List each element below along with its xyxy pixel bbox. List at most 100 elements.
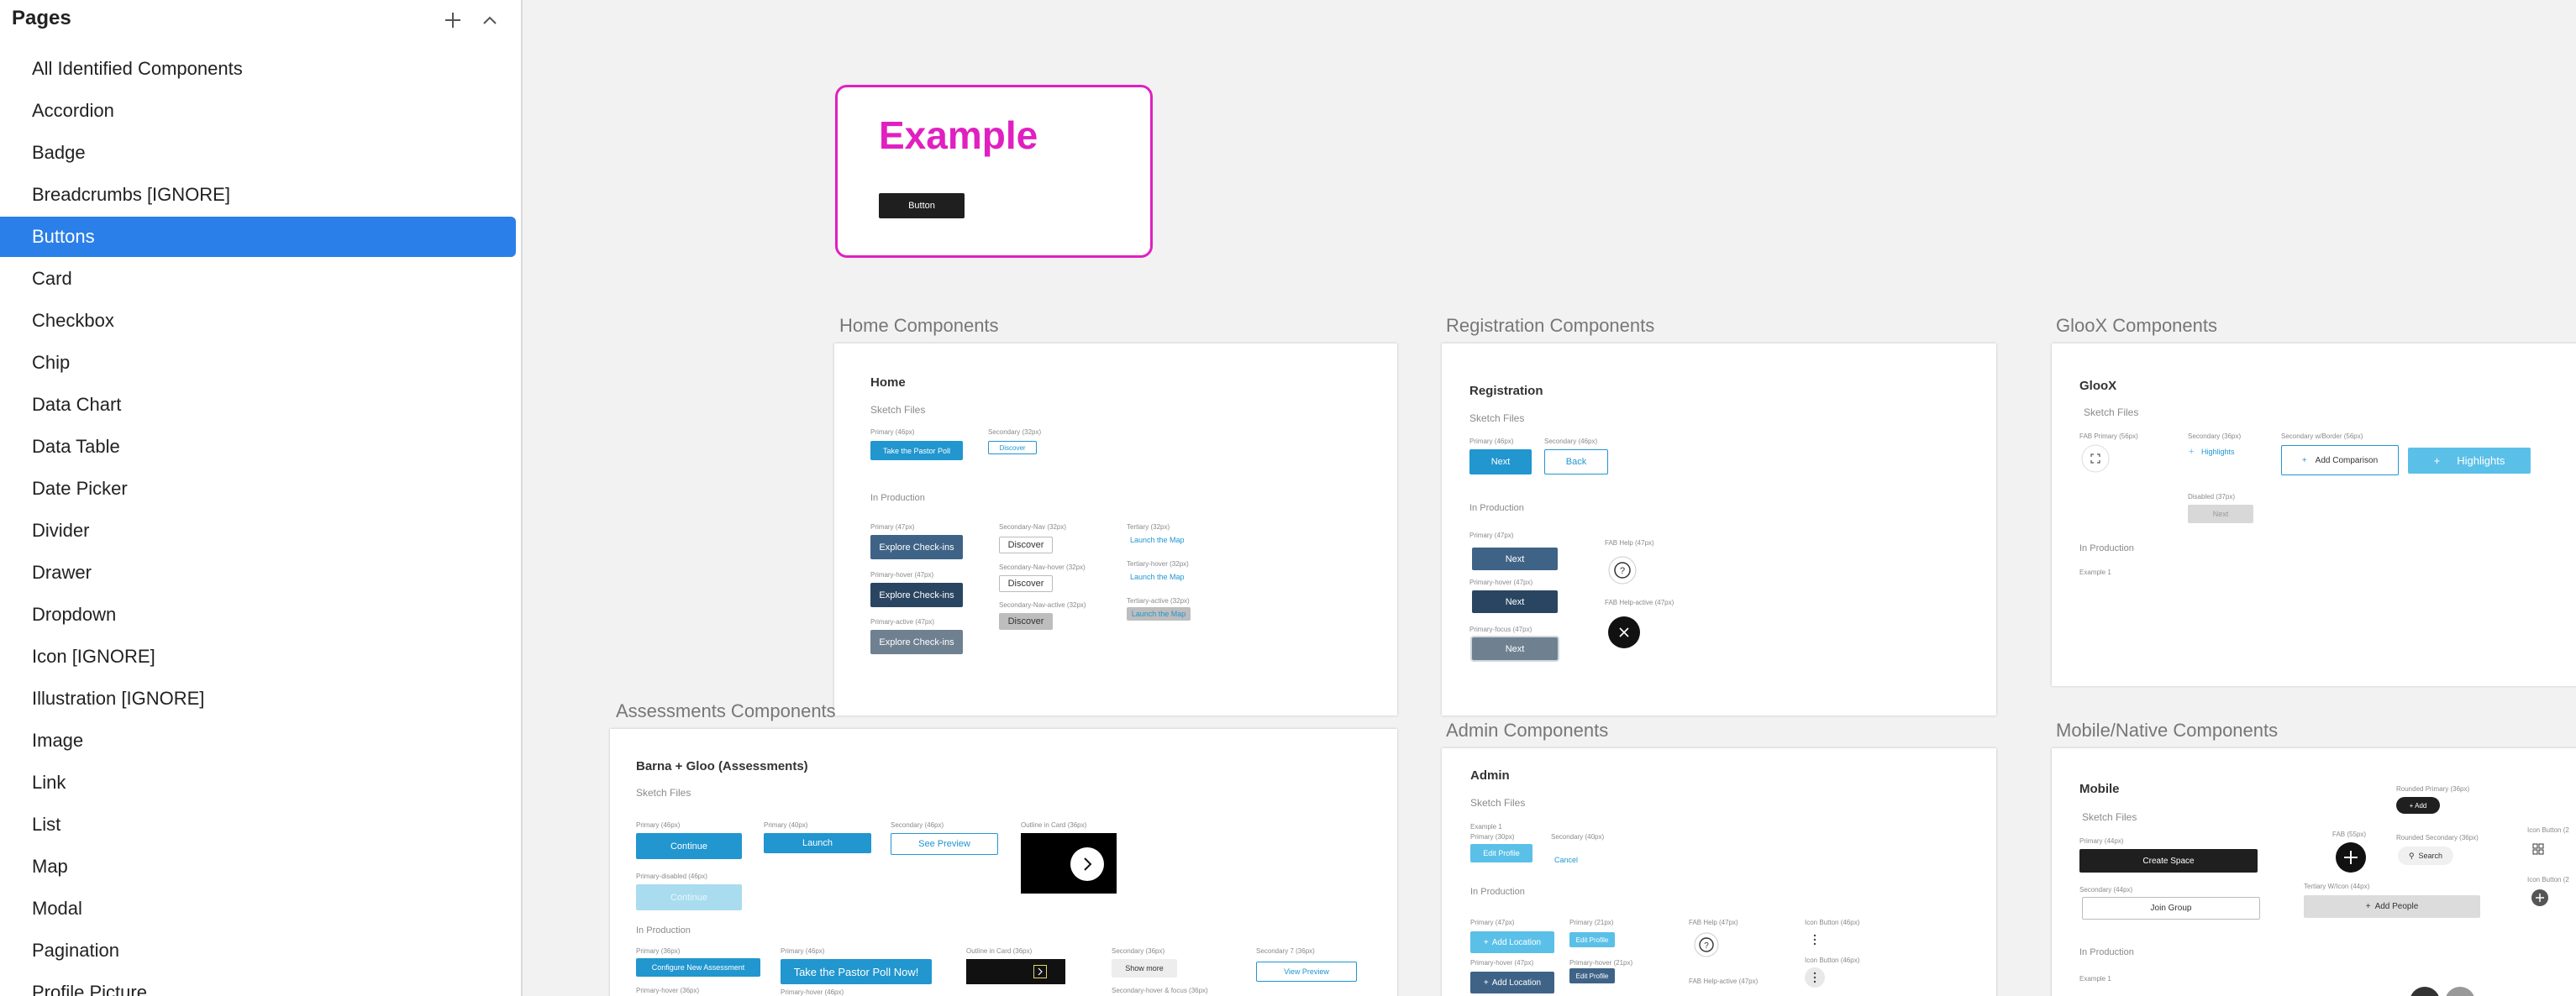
page-item-divider[interactable]: Divider xyxy=(0,511,516,551)
outline-card-preview-2[interactable] xyxy=(966,959,1065,984)
home-snav-label: Secondary-Nav (32px) xyxy=(999,523,1067,531)
registration-next-primary-button[interactable]: Next xyxy=(1472,548,1558,570)
page-item-accordion[interactable]: Accordion xyxy=(0,91,516,131)
assessments-see-preview-button[interactable]: See Preview xyxy=(891,833,998,855)
home-primary-button[interactable]: Take the Pastor Poll xyxy=(870,441,963,460)
chevron-right-icon[interactable] xyxy=(1070,847,1105,882)
page-item-image[interactable]: Image xyxy=(0,721,516,761)
gloox-add-comparison-button[interactable]: + Add Comparison xyxy=(2281,445,2399,475)
registration-next-button[interactable]: Next xyxy=(1469,449,1532,474)
page-item-data-table[interactable]: Data Table xyxy=(0,427,516,467)
page-item-checkbox[interactable]: Checkbox xyxy=(0,301,516,341)
home-p47a-label: Primary-active (47px) xyxy=(870,618,935,626)
page-item-icon-ignore[interactable]: Icon [IGNORE] xyxy=(0,637,516,677)
mobile-s44-label: Secondary (44px) xyxy=(2079,886,2133,894)
registration-next-focus-button[interactable]: Next xyxy=(1472,637,1558,660)
mobile-add-button[interactable]: + Add xyxy=(2396,797,2440,814)
assessments-launch-button[interactable]: Launch xyxy=(764,833,871,853)
chevron-right-icon[interactable] xyxy=(1033,965,1047,978)
registration-back-button[interactable]: Back xyxy=(1544,449,1608,474)
mobile-join-group-button[interactable]: Join Group xyxy=(2082,897,2260,920)
home-explore-button[interactable]: Explore Check-ins xyxy=(870,535,963,559)
page-item-card[interactable]: Card xyxy=(0,259,516,299)
admin-edit-profile-small-button[interactable]: Edit Profile xyxy=(1569,932,1615,947)
design-canvas[interactable]: Example Button Home Components Home Sket… xyxy=(523,0,2576,996)
close-icon[interactable] xyxy=(1608,616,1640,648)
mobile-fab-label: FAB (55px) xyxy=(2332,831,2367,838)
mobile-frame[interactable]: Mobile Sketch Files Primary (44px) Creat… xyxy=(2052,748,2576,996)
home-discover-hover-button[interactable]: Discover xyxy=(999,575,1053,592)
page-item-badge[interactable]: Badge xyxy=(0,133,516,173)
expand-icon[interactable] xyxy=(2081,444,2110,473)
page-item-date-picker[interactable]: Date Picker xyxy=(0,469,516,509)
admin-cancel-link[interactable]: Cancel xyxy=(1554,856,1578,864)
chevron-up-icon[interactable] xyxy=(477,7,502,34)
page-item-dropdown[interactable]: Dropdown xyxy=(0,595,516,635)
plus-icon[interactable] xyxy=(440,7,465,34)
assessments-continue-disabled-button[interactable]: Continue xyxy=(636,884,742,910)
gloox-secondary-border-label: Secondary w/Border (56px) xyxy=(2281,432,2363,440)
assessments-configure-button[interactable]: Configure New Assessment xyxy=(636,958,760,977)
home-explore-active-button[interactable]: Explore Check-ins xyxy=(870,630,963,654)
registration-frame[interactable]: Registration Sketch Files Primary (46px)… xyxy=(1442,343,1996,716)
grid-icon[interactable] xyxy=(2532,843,2544,855)
page-item-data-chart[interactable]: Data Chart xyxy=(0,385,516,425)
example-button[interactable]: Button xyxy=(879,193,965,218)
gloox-disabled-button[interactable]: Next xyxy=(2188,505,2253,523)
home-launch-hover-link[interactable]: Launch the Map xyxy=(1130,573,1185,581)
admin-edit-profile-hover-button[interactable]: Edit Profile xyxy=(1569,968,1615,983)
example-card[interactable]: Example Button xyxy=(835,85,1153,258)
page-item-buttons[interactable]: Buttons xyxy=(0,217,516,257)
page-item-all-identified-components[interactable]: All Identified Components xyxy=(0,49,516,89)
admin-add-location-button[interactable]: + Add Location xyxy=(1470,931,1554,953)
page-item-pagination[interactable]: Pagination xyxy=(0,930,516,971)
assessments-sketch-label: Sketch Files xyxy=(636,787,691,799)
pages-title: Pages xyxy=(12,7,71,29)
svg-text:?: ? xyxy=(1620,566,1625,576)
plus-icon[interactable] xyxy=(2336,842,2366,873)
home-secondary-button[interactable]: Discover xyxy=(988,441,1037,454)
page-item-link[interactable]: Link xyxy=(0,763,516,803)
page-item-chip[interactable]: Chip xyxy=(0,343,516,383)
admin-add-location-hover-button[interactable]: + Add Location xyxy=(1470,972,1554,993)
assessments-frame[interactable]: Barna + Gloo (Assessments) Sketch Files … xyxy=(610,729,1397,996)
avatar xyxy=(2445,987,2475,996)
page-item-map[interactable]: Map xyxy=(0,847,516,887)
page-item-drawer[interactable]: Drawer xyxy=(0,553,516,593)
home-launch-active-button[interactable]: Launch the Map xyxy=(1127,607,1191,621)
more-vertical-icon[interactable] xyxy=(1805,967,1825,988)
assessments-in-production: In Production xyxy=(636,925,691,936)
mobile-rp-label: Rounded Primary (36px) xyxy=(2396,785,2470,793)
mobile-search-button[interactable]: ⚲ Search xyxy=(2398,847,2453,865)
gloox-highlights-link[interactable]: Highlights xyxy=(2201,448,2235,456)
gloox-frame[interactable]: GlooX Sketch Files FAB Primary (56px) Se… xyxy=(2052,343,2576,686)
home-frame[interactable]: Home Sketch Files Primary (46px) Take th… xyxy=(834,343,1397,716)
page-item-list[interactable]: List xyxy=(0,805,516,845)
admin-frame[interactable]: Admin Sketch Files Example 1 Primary (30… xyxy=(1442,748,1996,996)
registration-next-hover-button[interactable]: Next xyxy=(1472,590,1558,613)
page-item-profile-picture[interactable]: Profile Picture xyxy=(0,972,516,996)
page-item-illustration-ignore[interactable]: Illustration [IGNORE] xyxy=(0,679,516,719)
add-people-label: Add People xyxy=(2374,902,2419,911)
outline-card-preview[interactable] xyxy=(1021,833,1117,894)
admin-icon-button-label-2: Icon Button (46px) xyxy=(1805,957,1860,964)
assessments-pastor-button[interactable]: Take the Pastor Poll Now! xyxy=(781,959,932,984)
plus-icon[interactable] xyxy=(2531,889,2548,906)
assessments-continue-button[interactable]: Continue xyxy=(636,833,742,859)
home-discover-button[interactable]: Discover xyxy=(999,537,1053,553)
home-launch-link[interactable]: Launch the Map xyxy=(1130,536,1185,544)
admin-edit-profile-button[interactable]: Edit Profile xyxy=(1470,844,1532,862)
mobile-add-people-button[interactable]: + Add People xyxy=(2304,895,2480,918)
mobile-create-space-button[interactable]: Create Space xyxy=(2079,849,2258,873)
home-sketch-label: Sketch Files xyxy=(870,404,926,416)
question-icon[interactable]: ? xyxy=(1608,556,1637,584)
home-discover-active-button[interactable]: Discover xyxy=(999,613,1053,630)
home-explore-hover-button[interactable]: Explore Check-ins xyxy=(870,583,963,607)
assessments-show-more-button[interactable]: Show more xyxy=(1112,959,1177,978)
more-vertical-icon[interactable] xyxy=(1810,933,1820,946)
page-item-modal[interactable]: Modal xyxy=(0,889,516,929)
assessments-view-preview-button[interactable]: View Preview xyxy=(1256,962,1357,982)
gloox-highlights-button[interactable]: + Highlights xyxy=(2408,448,2531,474)
question-icon[interactable]: ? xyxy=(1694,932,1719,957)
page-item-breadcrumbs-ignore[interactable]: Breadcrumbs [IGNORE] xyxy=(0,175,516,215)
